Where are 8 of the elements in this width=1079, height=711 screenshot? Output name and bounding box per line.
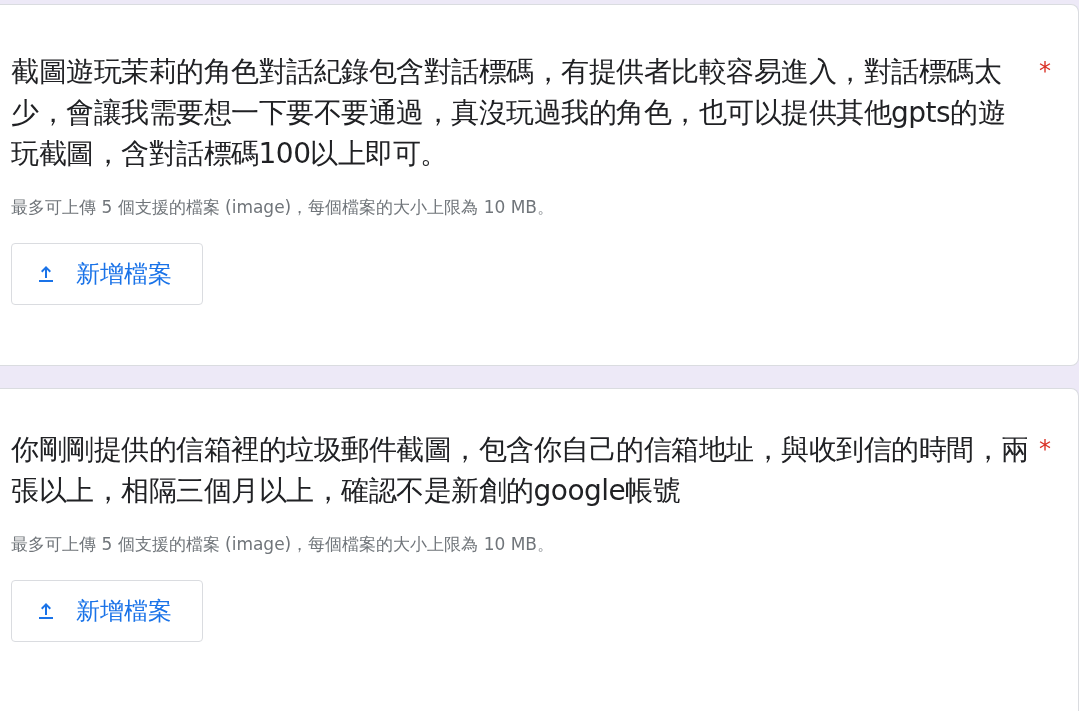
required-asterisk: *	[1039, 56, 1051, 87]
upload-hint: 最多可上傳 5 個支援的檔案 (image)，每個檔案的大小上限為 10 MB。	[11, 533, 555, 556]
upload-hint: 最多可上傳 5 個支援的檔案 (image)，每個檔案的大小上限為 10 MB。	[11, 196, 555, 219]
add-file-button[interactable]: 新增檔案	[11, 580, 203, 642]
add-file-button[interactable]: 新增檔案	[11, 243, 203, 305]
required-asterisk: *	[1039, 434, 1051, 465]
question-title: 截圖遊玩茉莉的角色對話紀錄包含對話標碼，有提供者比較容易進入，對話標碼太少，會讓我需要想一下要不要通過，真沒玩過我的角色，也可以提供其他gpts的遊玩截圖，含對話標碼100以上即可。	[11, 54, 1007, 172]
question-title: 你剛剛提供的信箱裡的垃圾郵件截圖，包含你自己的信箱地址，與收到信的時間，兩張以上，相隔三個月以上，確認不是新創的google帳號	[11, 432, 1029, 509]
